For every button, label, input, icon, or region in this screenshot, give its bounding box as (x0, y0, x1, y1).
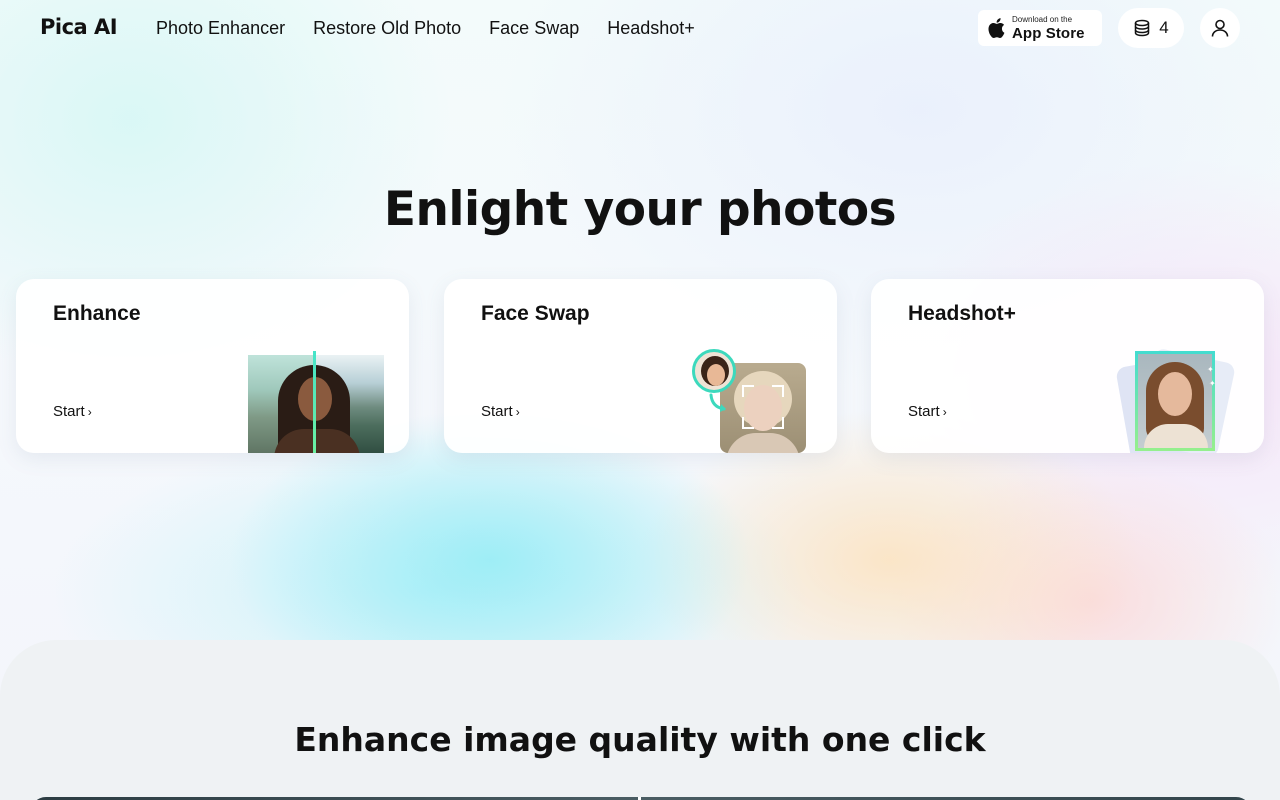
section-title: Enhance image quality with one click (294, 720, 986, 759)
credits-button[interactable]: 4 (1118, 8, 1184, 48)
card-start-link[interactable]: Start › (908, 403, 947, 420)
portrait-face (1158, 372, 1192, 416)
apple-icon (988, 18, 1005, 38)
nav-headshot[interactable]: Headshot+ (607, 17, 695, 39)
portrait-body (726, 433, 800, 453)
nav-photo-enhancer[interactable]: Photo Enhancer (156, 17, 285, 39)
card-start-link[interactable]: Start › (481, 403, 520, 420)
card-title: Face Swap (481, 302, 590, 325)
sparkle-icon: ✦ (1207, 365, 1214, 374)
headshot-portrait-image (1135, 351, 1215, 451)
avatar-face (707, 364, 725, 386)
coins-stack-icon (1135, 19, 1150, 37)
card-start-label: Start (481, 403, 513, 420)
scan-bracket-icon (742, 417, 754, 429)
enhance-before-after-image (248, 351, 384, 453)
face-swap-illustration (692, 349, 812, 453)
nav-face-swap[interactable]: Face Swap (489, 17, 579, 39)
enhance-card[interactable]: Enhance Start › (16, 279, 409, 453)
card-start-label: Start (53, 403, 85, 420)
hero-title: Enlight your photos (383, 182, 897, 237)
nav-restore-old-photo[interactable]: Restore Old Photo (313, 17, 461, 39)
sparkle-icon: ✦ (1209, 379, 1216, 388)
chevron-right-icon: › (515, 405, 520, 419)
card-start-label: Start (908, 403, 940, 420)
user-account-button[interactable] (1200, 8, 1240, 48)
card-start-link[interactable]: Start › (53, 403, 92, 420)
app-store-button[interactable]: Download on the App Store (978, 10, 1102, 46)
source-face-avatar (692, 349, 736, 393)
chevron-right-icon: › (87, 405, 92, 419)
top-header: Pica AI Photo Enhancer Restore Old Photo… (0, 0, 1280, 56)
main-nav: Photo Enhancer Restore Old Photo Face Sw… (156, 17, 723, 39)
scan-bracket-icon (772, 385, 784, 397)
scan-bracket-icon (742, 385, 754, 397)
curved-arrow-icon (709, 393, 726, 412)
pica-logo[interactable]: Pica AI (40, 12, 118, 42)
card-title: Enhance (53, 302, 141, 325)
chevron-right-icon: › (942, 405, 947, 419)
user-icon (1211, 19, 1229, 37)
credits-count: 4 (1159, 18, 1169, 37)
portrait-body (1144, 424, 1208, 448)
app-store-small-text: Download on the (1012, 14, 1073, 24)
headshot-card[interactable]: Headshot+ Start › ✦ ✦ (871, 279, 1264, 453)
card-title: Headshot+ (908, 302, 1016, 325)
compare-divider-line (313, 351, 316, 453)
app-store-big-text: App Store (1012, 24, 1085, 42)
scan-bracket-icon (772, 417, 784, 429)
face-swap-card[interactable]: Face Swap Start › (444, 279, 837, 453)
headshot-illustration: ✦ ✦ (1115, 347, 1237, 453)
